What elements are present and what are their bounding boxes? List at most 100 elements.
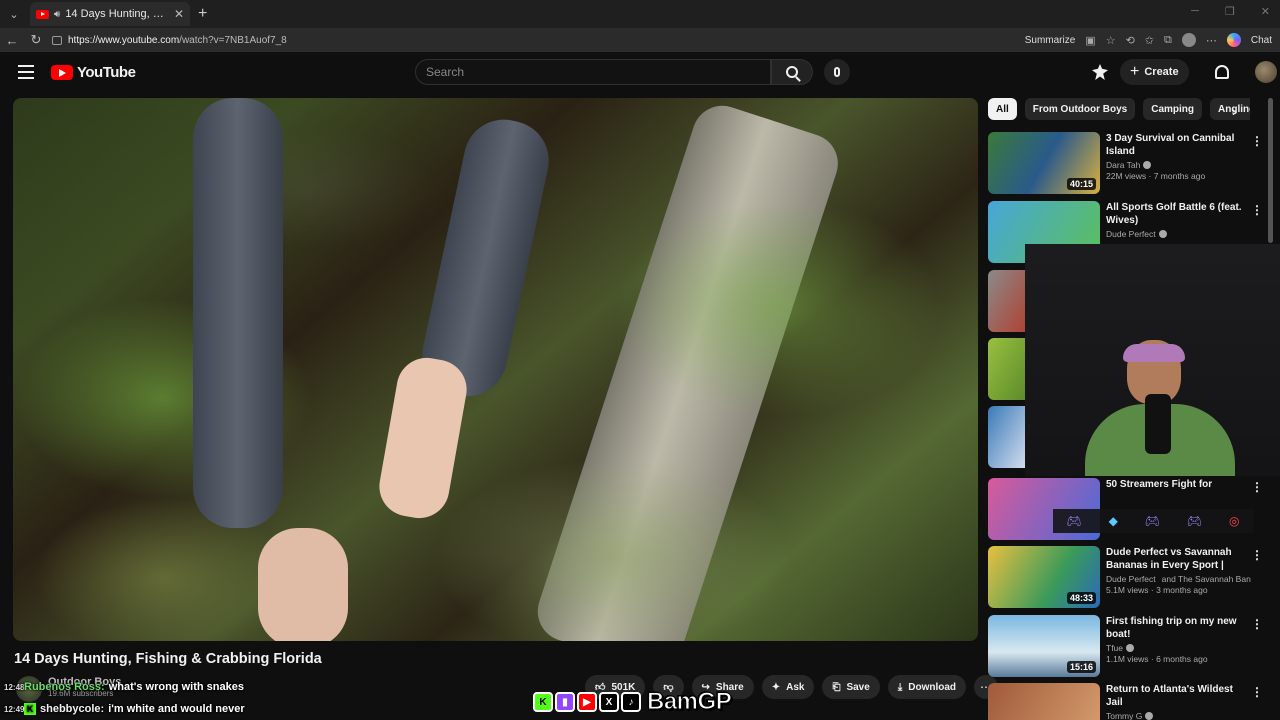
refresh-icon[interactable]: ↻: [24, 32, 48, 48]
video-menu-icon[interactable]: ⋮: [1251, 617, 1263, 631]
sidebar-scrollbar[interactable]: [1268, 98, 1273, 243]
target-icon: ◎: [1229, 514, 1240, 528]
video-menu-icon[interactable]: ⋮: [1251, 134, 1263, 148]
diamond-icon: ◆: [1108, 514, 1118, 528]
save-button[interactable]: ⎗ Save: [822, 675, 880, 699]
user-avatar[interactable]: [1254, 61, 1277, 83]
profile-avatar[interactable]: [1181, 33, 1196, 47]
video-title[interactable]: Return to Atlanta's Wildest Jail: [1106, 683, 1251, 709]
video-channel[interactable]: Dude Perfect: [1106, 229, 1251, 239]
header-actions: + Create: [1092, 59, 1277, 85]
video-title[interactable]: Dude Perfect vs Savannah Bananas in Ever…: [1106, 546, 1251, 572]
chip-from-outdoor-boys[interactable]: From Outdoor Boys: [1024, 98, 1136, 120]
download-label: Download: [908, 681, 957, 693]
video-menu-icon[interactable]: ⋮: [1251, 480, 1263, 494]
tab-close-icon[interactable]: ✕: [174, 7, 184, 21]
ask-label: Ask: [786, 681, 805, 693]
ask-button[interactable]: ✦ Ask: [761, 675, 815, 699]
close-window-icon[interactable]: ✕: [1261, 5, 1270, 18]
video-menu-icon[interactable]: ⋮: [1251, 203, 1263, 217]
recommended-video[interactable]: 48:33 Dude Perfect vs Savannah Bananas i…: [988, 546, 1263, 608]
extensions-icon[interactable]: ⟲: [1126, 34, 1135, 47]
video-thumbnail[interactable]: [988, 338, 1028, 400]
youtube-play-icon: [51, 65, 73, 80]
chat-button-label[interactable]: Chat: [1251, 35, 1272, 46]
chip-all[interactable]: All: [988, 98, 1017, 120]
summarize-label: Summarize: [1024, 34, 1076, 46]
video-title[interactable]: First fishing trip on my new boat!: [1106, 615, 1251, 641]
browser-menu-icon[interactable]: ⋯: [1206, 34, 1217, 47]
youtube-header: YouTube Search + Create: [0, 52, 1280, 92]
url-field[interactable]: https://www.youtube.com/watch?v=7NB1Auof…: [52, 30, 1025, 50]
channel-name: Tfue: [1106, 643, 1124, 653]
restore-icon[interactable]: ❐: [1225, 5, 1235, 18]
channel-name: Dude Perfect: [1106, 574, 1156, 584]
url-path: /watch?v=7NB1Auof7_8: [179, 34, 287, 46]
chips-next-chevron-icon[interactable]: ›: [1232, 103, 1237, 119]
video-thumbnail[interactable]: [988, 270, 1028, 332]
video-title[interactable]: 3 Day Survival on Cannibal Island: [1106, 132, 1251, 158]
video-thumbnail[interactable]: [988, 406, 1028, 468]
site-info-icon[interactable]: [52, 35, 62, 45]
recommended-video[interactable]: Return to Atlanta's Wildest Jail Tommy G…: [988, 683, 1263, 720]
new-tab-button[interactable]: +: [198, 5, 207, 23]
video-duration: 15:16: [1066, 661, 1096, 673]
favorite-star-icon[interactable]: ☆: [1106, 34, 1116, 47]
video-player[interactable]: [13, 98, 978, 641]
channel-name: Tommy G: [1106, 711, 1143, 720]
sparkle-icon: ✦: [771, 681, 781, 693]
tiktok-icon: ♪: [621, 692, 641, 712]
webcam-headband: [1123, 344, 1185, 362]
gamepad-icon: 🎮︎: [1066, 514, 1082, 528]
stream-chat-overlay: 12:48 Rubenos Ross: what's wrong with sn…: [4, 676, 245, 720]
video-channel[interactable]: Tfue: [1106, 643, 1251, 653]
back-icon[interactable]: ←: [0, 33, 24, 48]
video-channel[interactable]: Dude Perfect and The Savannah Ban...: [1106, 574, 1251, 584]
kick-badge-icon: K: [24, 703, 36, 715]
minimize-icon[interactable]: ─: [1191, 5, 1199, 18]
video-thumbnail[interactable]: 48:33: [988, 546, 1100, 608]
browser-tab[interactable]: 🔊︎ 14 Days Hunting, Fishing & Cr ✕: [30, 2, 190, 26]
recommended-video[interactable]: 40:15 3 Day Survival on Cannibal Island …: [988, 132, 1263, 194]
premium-badge-icon[interactable]: [1092, 64, 1108, 80]
plus-icon: +: [1130, 63, 1140, 80]
video-thumbnail[interactable]: 15:16: [988, 615, 1100, 677]
search-button[interactable]: [771, 59, 813, 85]
video-duration: 40:15: [1066, 178, 1096, 190]
video-title[interactable]: All Sports Golf Battle 6 (feat. Wives): [1106, 201, 1251, 227]
recommended-video[interactable]: 15:16 First fishing trip on my new boat!…: [988, 615, 1263, 677]
video-menu-icon[interactable]: ⋮: [1251, 548, 1263, 562]
window-controls: ─ ❐ ✕: [1191, 5, 1270, 18]
create-button[interactable]: + Create: [1120, 59, 1189, 85]
gamepad-icon: 🎮︎: [1144, 514, 1160, 528]
favorites-icon[interactable]: ✩: [1145, 34, 1154, 47]
streamer-socials-overlay: K ▮ ▶ X ♪ BamGP: [533, 687, 732, 717]
collections-icon[interactable]: ⧉: [1164, 34, 1172, 47]
speaker-icon[interactable]: 🔊︎: [54, 9, 60, 20]
search-input[interactable]: Search: [415, 59, 771, 85]
split-screen-icon[interactable]: ▣: [1085, 34, 1095, 47]
chip-camping[interactable]: Camping: [1143, 98, 1203, 120]
video-thumbnail[interactable]: [988, 683, 1100, 720]
channel-name: Dara Tah: [1106, 160, 1141, 170]
youtube-logo[interactable]: YouTube: [51, 64, 136, 81]
copilot-icon[interactable]: [1226, 33, 1241, 47]
chip-angling[interactable]: Angling: [1210, 98, 1250, 120]
video-channel[interactable]: Tommy G: [1106, 711, 1251, 720]
video-thumbnail[interactable]: 40:15: [988, 132, 1100, 194]
chat-username: shebbycole:: [40, 703, 105, 715]
voice-search-button[interactable]: [824, 59, 850, 85]
video-meta: 5.1M views · 3 months ago: [1106, 585, 1208, 595]
video-scene-hand: [374, 353, 472, 523]
video-title: 14 Days Hunting, Fishing & Crabbing Flor…: [14, 651, 322, 667]
notifications-bell-icon[interactable]: [1214, 65, 1229, 79]
create-label: Create: [1144, 66, 1179, 78]
hamburger-menu-icon[interactable]: [18, 65, 34, 83]
video-channel[interactable]: Dara Tah: [1106, 160, 1251, 170]
video-menu-icon[interactable]: ⋮: [1251, 685, 1263, 699]
video-title[interactable]: 50 Streamers Fight for: [1106, 478, 1251, 491]
tab-actions-chevron-icon[interactable]: ⌄: [2, 4, 26, 24]
download-button[interactable]: ⤓ Download: [887, 675, 967, 699]
summarize-button[interactable]: Summarize: [1025, 35, 1076, 46]
chat-timestamp: 12:49: [4, 704, 25, 714]
